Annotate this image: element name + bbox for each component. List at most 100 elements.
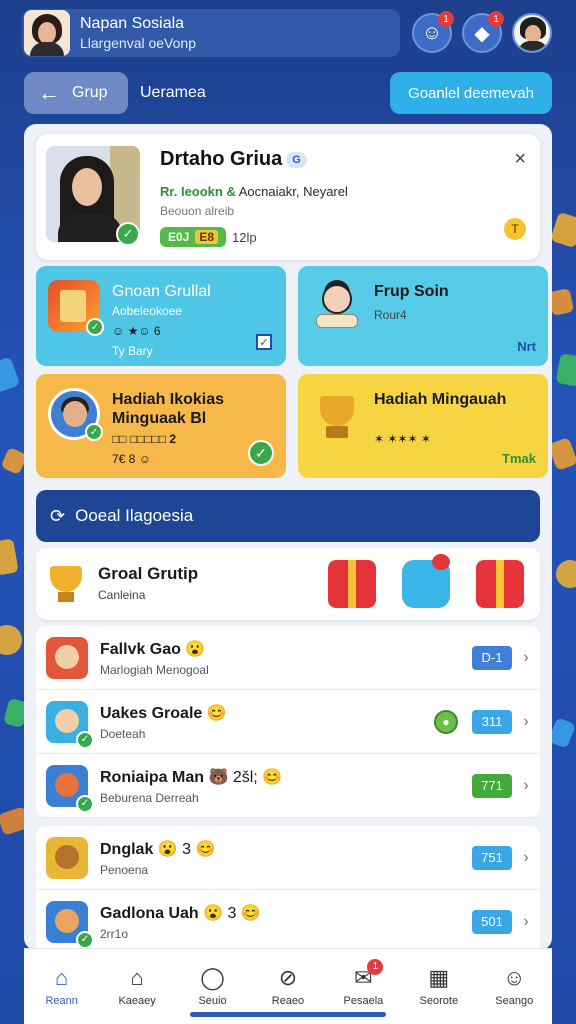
floating-tile bbox=[555, 353, 576, 387]
floating-tile bbox=[0, 356, 21, 394]
verified-check-icon: ✓ bbox=[116, 222, 140, 246]
home-indicator bbox=[190, 1012, 386, 1017]
coin-icon[interactable]: T bbox=[504, 218, 526, 240]
nav-item-home[interactable]: ⌂ Reann bbox=[26, 964, 98, 1007]
group-card[interactable]: Groal Grutip Canleina bbox=[36, 548, 540, 620]
diamond-button[interactable]: ◆ 1 bbox=[462, 11, 504, 53]
nav-item-house[interactable]: ⌂ Kaeaey bbox=[101, 964, 173, 1007]
floating-coin bbox=[556, 560, 576, 588]
tile-group-rewards[interactable]: ✓ Gnoan Grullal Aobeleokoee ☺ ★☺ 6 Ty Ba… bbox=[36, 266, 286, 366]
notification-badge: 1 bbox=[438, 11, 454, 27]
list-item-emoji: 😮 bbox=[185, 640, 206, 658]
list-item-subtitle: 2rr1o bbox=[100, 926, 129, 941]
nav-item-calendar[interactable]: ▦ Seorote bbox=[403, 964, 475, 1007]
gift-box-icon[interactable] bbox=[328, 560, 376, 608]
group-avatar-icon bbox=[46, 836, 88, 879]
house-icon: ⌂ bbox=[130, 964, 144, 990]
user-chip[interactable]: Napan Sosiala Llargenval oeVonp bbox=[22, 9, 400, 57]
nav-row: ← Grup Ueramea Goanlel deemevah bbox=[24, 72, 552, 114]
section-title: Ooeal Ilagoesia bbox=[75, 506, 194, 525]
nav-item-profile[interactable]: ☺ Seango bbox=[478, 964, 550, 1007]
tile-icon-row: □□ □□□□□ 2 bbox=[112, 432, 177, 446]
nav-item-user[interactable]: ◯ Seuio bbox=[177, 966, 249, 1007]
list-item-subtitle: Beburena Derreah bbox=[100, 790, 199, 805]
chevron-right-icon[interactable]: › bbox=[512, 649, 540, 667]
group-avatar-icon: ✓ bbox=[46, 700, 94, 749]
calendar-icon: ▦ bbox=[428, 964, 450, 990]
profile-avatar-button[interactable] bbox=[512, 13, 552, 53]
list-item-title: Uakes Groale bbox=[100, 704, 203, 722]
nav-label: Reann bbox=[45, 994, 78, 1007]
compass-icon: ⊘ bbox=[278, 964, 298, 990]
profile-card[interactable]: ✓ Drtaho Griua G Rr. Ieookn & Aocnaiakr, … bbox=[36, 134, 540, 260]
refresh-icon: ⟳ bbox=[50, 505, 66, 526]
chat-icon: ☺ bbox=[421, 21, 443, 44]
tile-title: Gnoan Grullal bbox=[112, 283, 211, 300]
close-icon[interactable]: × bbox=[514, 148, 526, 171]
group-avatar-icon bbox=[46, 636, 88, 679]
list-item[interactable]: ✓ Gadlona Uah 😮 3 😊 2rr1o 501 › bbox=[36, 890, 540, 950]
nav-item-compass[interactable]: ⊘ Reaeo bbox=[252, 964, 324, 1007]
avatar bbox=[24, 10, 70, 56]
tile-subtitle: Aobeleokoee bbox=[112, 304, 183, 318]
chat-button[interactable]: ☺ 1 bbox=[412, 11, 454, 53]
check-icon: ✓ bbox=[76, 730, 94, 749]
nav-label: Reaeo bbox=[271, 994, 305, 1007]
check-icon: ✓ bbox=[76, 794, 94, 813]
check-icon: ✓ bbox=[76, 930, 94, 949]
chevron-right-icon[interactable]: › bbox=[512, 777, 540, 795]
floating-tile bbox=[0, 538, 19, 576]
nav-label: Kaeaey bbox=[118, 994, 156, 1007]
list-item[interactable]: Dnglak 😮 3 😊 Penoena 751 › bbox=[36, 826, 540, 890]
tile-title: Frup Soin bbox=[374, 283, 449, 300]
nav-label: Seorote bbox=[419, 994, 459, 1007]
tile-title: Hadiah Ikokias Minguaak Bl bbox=[112, 391, 225, 428]
nav-label: Seango bbox=[495, 994, 534, 1007]
list-item-emoji: 😮 3 😊 bbox=[203, 904, 261, 922]
tile-corner-label: Tmak bbox=[502, 451, 536, 466]
points-pill: E0J E8 bbox=[160, 227, 227, 247]
list-item[interactable]: ✓ Uakes Groale 😊 Doeteah ● 311 › bbox=[36, 690, 540, 754]
notification-badge: 1 bbox=[488, 11, 504, 27]
user-name: Napan Sosiala bbox=[80, 15, 185, 32]
nav-item-mail[interactable]: ✉ 1 Pesaela bbox=[327, 958, 399, 1007]
floating-tile bbox=[550, 211, 576, 249]
checkbox-icon[interactable]: ✓ bbox=[256, 334, 272, 350]
list-item[interactable]: Fallvk Gao 😮 Marlogiah Menogoal D-1 › bbox=[36, 626, 540, 690]
diamond-icon: ◆ bbox=[474, 22, 490, 45]
primary-action-button[interactable]: Goanlel deemevah bbox=[390, 72, 552, 114]
home-icon: ⌂ bbox=[55, 964, 69, 990]
profile-icon: ☺ bbox=[503, 964, 526, 990]
section-header[interactable]: ⟳ Ooeal Ilagoesia bbox=[36, 490, 540, 542]
chevron-right-icon[interactable]: › bbox=[512, 913, 540, 931]
main-panel: ✓ Drtaho Griua G Rr. Ieookn & Aocnaiakr, … bbox=[24, 124, 552, 950]
gift-box-icon[interactable] bbox=[476, 560, 524, 608]
status-dot-icon: ● bbox=[434, 709, 458, 734]
check-icon[interactable]: ✓ bbox=[248, 440, 274, 466]
tile-group-join[interactable]: Frup Soin Rour4 Nrt bbox=[298, 266, 548, 366]
tile-corner-label: Nrt bbox=[517, 339, 536, 354]
tile-subtitle: Rour4 bbox=[374, 308, 407, 322]
group-subtitle: Canleina bbox=[98, 588, 146, 602]
list-item-title: Dnglak bbox=[100, 840, 154, 858]
profile-points: E0J E8 12lp bbox=[160, 227, 257, 247]
list-item-badge: D-1 bbox=[472, 645, 512, 670]
blue-gift-icon[interactable] bbox=[402, 554, 450, 608]
floating-tile bbox=[547, 437, 576, 471]
tile-weekly-reward[interactable]: ✓ Hadiah Ikokias Minguaak Bl □□ □□□□□ 2 … bbox=[36, 374, 286, 478]
list-item-badge: 751 bbox=[472, 845, 512, 870]
tile-weekly-trophy[interactable]: Hadiah Mingauah ✶ ✶✶✶ ✶ Tmak bbox=[298, 374, 548, 478]
trophy-icon bbox=[310, 388, 362, 440]
tile-emoji-row: ☺ ★☺ 6 bbox=[112, 324, 161, 338]
list-item[interactable]: ✓ Roniaipa Man 🐻 2šl; 😊 Beburena Derreah… bbox=[36, 754, 540, 818]
chevron-right-icon[interactable]: › bbox=[512, 849, 540, 867]
chevron-right-icon[interactable]: › bbox=[512, 713, 540, 731]
notification-badge: 1 bbox=[367, 958, 384, 975]
list-item-emoji: 😊 bbox=[206, 704, 227, 722]
check-icon: ✓ bbox=[86, 318, 104, 336]
back-button[interactable]: ← Grup bbox=[24, 72, 128, 114]
list-item-badge: 771 bbox=[472, 773, 512, 798]
list-item-title: Roniaipa Man bbox=[100, 768, 205, 786]
top-bar: Napan Sosiala Llargenval oeVonp ☺ 1 ◆ 1 bbox=[22, 8, 560, 58]
nav-label: Seuio bbox=[198, 994, 227, 1007]
